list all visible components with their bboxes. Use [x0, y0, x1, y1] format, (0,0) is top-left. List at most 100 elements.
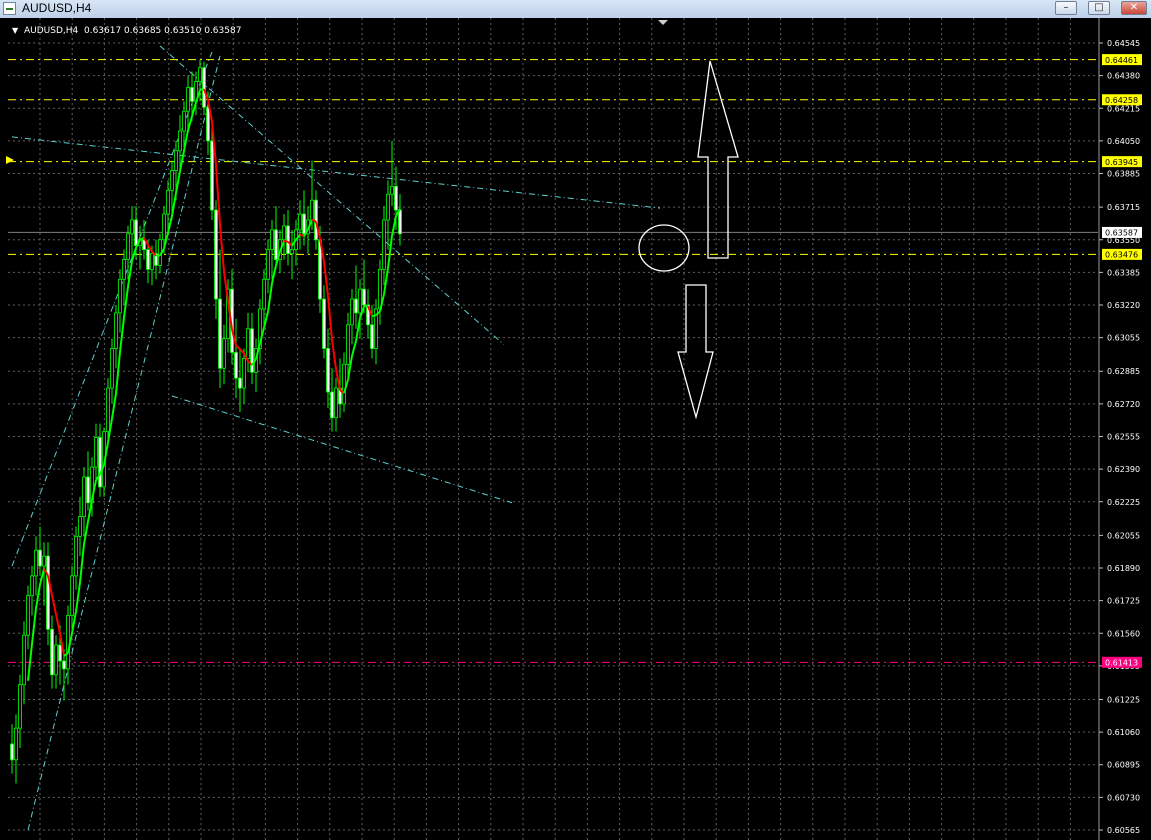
- candle-body: [262, 278, 266, 310]
- candle-body: [98, 437, 102, 488]
- candle-body: [398, 209, 402, 235]
- candle-body: [394, 185, 398, 211]
- candle-body: [130, 219, 134, 235]
- candle-body: [150, 253, 154, 270]
- price-label-text: 0.63476: [1105, 251, 1138, 260]
- candle-body: [46, 555, 50, 630]
- price-tick-label: 0.61225: [1107, 695, 1140, 704]
- candle-body: [198, 67, 202, 82]
- candle-body: [386, 193, 390, 221]
- price-tick-label: 0.63220: [1107, 301, 1140, 310]
- candle-body: [302, 213, 306, 235]
- candle-body: [214, 209, 218, 300]
- candle-body: [210, 140, 214, 211]
- price-tick-label: 0.64545: [1107, 39, 1140, 48]
- candle-body: [58, 644, 62, 662]
- candle-body: [330, 391, 334, 419]
- price-label-text: 0.63945: [1105, 158, 1138, 167]
- candle-body: [390, 185, 394, 195]
- price-tick-label: 0.62055: [1107, 531, 1140, 540]
- candle-body: [190, 87, 194, 102]
- candle-body: [54, 644, 58, 676]
- price-tick-label: 0.63385: [1107, 268, 1140, 277]
- chart-menu-icon[interactable]: ▼: [12, 26, 19, 35]
- candle-body: [270, 229, 274, 251]
- price-tick-label: 0.62885: [1107, 367, 1140, 376]
- candle-body: [106, 387, 110, 432]
- candle-body: [62, 660, 66, 670]
- candle-body: [206, 106, 210, 142]
- price-chart[interactable]: 0.64545 0.64380 0.64215 0.64050 0.63885 0.637…: [0, 18, 1151, 840]
- chart-header: ▼ AUDUSD,H4 0.63617 0.63685 0.63510 0.63…: [12, 26, 241, 36]
- candle-body: [42, 555, 46, 567]
- price-tick-label: 0.60730: [1107, 793, 1140, 802]
- candle-body: [78, 516, 82, 537]
- candle-body: [250, 328, 254, 373]
- candle-body: [238, 377, 242, 389]
- price-tick-label: 0.63885: [1107, 170, 1140, 179]
- candle-body: [18, 684, 22, 729]
- candle-body: [134, 219, 138, 247]
- candle-body: [242, 357, 246, 389]
- price-tick-label: 0.62225: [1107, 498, 1140, 507]
- candle-body: [74, 535, 78, 577]
- candle-body: [186, 87, 190, 112]
- candle-body: [282, 225, 286, 241]
- candle-body: [218, 298, 222, 369]
- minimize-button[interactable]: –: [1055, 1, 1077, 15]
- candle-body: [94, 437, 98, 468]
- maximize-button[interactable]: □: [1088, 1, 1110, 15]
- candle-body: [174, 150, 178, 171]
- candle-body: [82, 476, 86, 517]
- candle-body: [370, 324, 374, 349]
- candle-body: [146, 249, 150, 270]
- close-button[interactable]: ✕: [1121, 1, 1147, 15]
- price-tick-label: 0.61560: [1107, 629, 1140, 638]
- candle-body: [10, 743, 14, 761]
- price-label-text: 0.64258: [1105, 96, 1138, 105]
- candle-body: [274, 229, 278, 260]
- candle-body: [342, 363, 346, 405]
- price-tick-label: 0.64215: [1107, 104, 1140, 113]
- candle-body: [334, 387, 338, 419]
- candle-body: [298, 213, 302, 231]
- price-tick-label: 0.61725: [1107, 597, 1140, 606]
- candle-body: [234, 352, 238, 379]
- price-tick-label: 0.61890: [1107, 564, 1140, 573]
- candle-body: [110, 348, 114, 389]
- ma-segment: [283, 239, 289, 243]
- candle-body: [70, 575, 74, 616]
- ma-segment: [371, 314, 377, 318]
- candle-body: [326, 348, 330, 393]
- candle-body: [178, 130, 182, 152]
- candle-body: [350, 298, 354, 326]
- window-titlebar[interactable]: AUDUSD,H4 – □ ✕: [0, 0, 1151, 19]
- price-label-text: 0.63587: [1105, 229, 1138, 238]
- candle-body: [358, 288, 362, 314]
- candle-body: [126, 233, 130, 260]
- candle-body: [50, 628, 54, 676]
- candle-body: [22, 634, 26, 686]
- candle-body: [286, 225, 290, 254]
- candle-body: [26, 595, 30, 636]
- candle-body: [382, 219, 386, 270]
- price-tick-label: 0.62720: [1107, 400, 1140, 409]
- candle-body: [122, 259, 126, 280]
- chart-window-icon: [3, 2, 16, 15]
- price-label-text: 0.61413: [1105, 659, 1138, 668]
- candle-body: [38, 549, 42, 567]
- candle-body: [166, 189, 170, 215]
- candle-body: [66, 615, 70, 670]
- candle-body: [362, 288, 366, 306]
- price-tick-label: 0.64050: [1107, 137, 1140, 146]
- candle-body: [202, 67, 206, 108]
- price-tick-label: 0.62555: [1107, 433, 1140, 442]
- candle-body: [30, 575, 34, 597]
- price-tick-label: 0.60895: [1107, 761, 1140, 770]
- price-tick-label: 0.63055: [1107, 334, 1140, 343]
- price-tick-label: 0.64380: [1107, 72, 1140, 81]
- candle-body: [222, 338, 226, 369]
- candle-body: [310, 199, 314, 221]
- price-tick-label: 0.61060: [1107, 728, 1140, 737]
- ohlc-info-line: AUDUSD,H4 0.63617 0.63685 0.63510 0.6358…: [24, 26, 241, 36]
